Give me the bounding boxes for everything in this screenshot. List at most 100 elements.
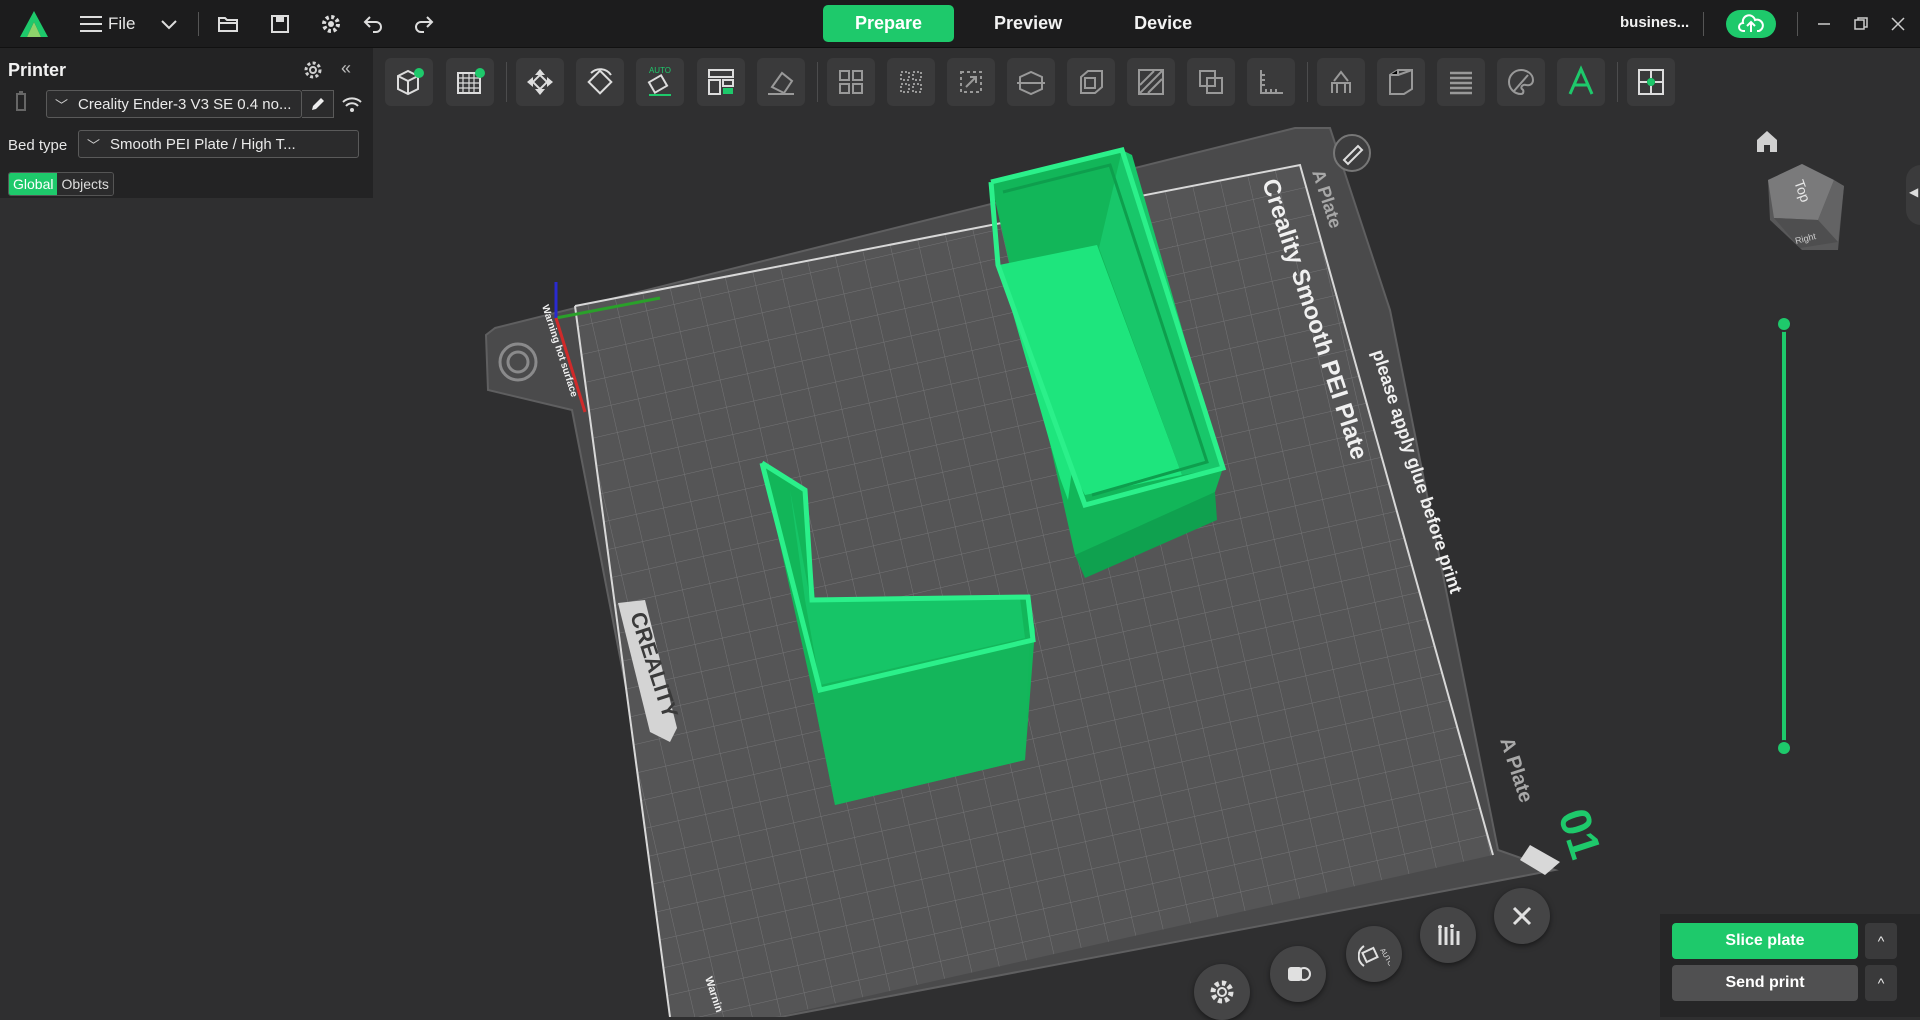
variable-layer-tool[interactable] [1437, 58, 1485, 106]
scope-objects[interactable]: Objects [57, 173, 113, 195]
add-grid-icon [457, 68, 485, 94]
support-paint-icon [1331, 70, 1351, 93]
hamburger-icon [80, 16, 102, 32]
open-folder-icon[interactable] [214, 10, 242, 38]
file-menu-label: File [108, 14, 136, 33]
seam-paint-icon [1138, 69, 1164, 95]
scale-tool[interactable] [947, 58, 995, 106]
auto-orient-tool[interactable]: AUTO [636, 58, 684, 106]
tab-prepare[interactable]: Prepare [823, 5, 955, 42]
home-icon[interactable] [1753, 128, 1781, 154]
panel-title: Printer [8, 60, 67, 80]
seam-paint-tool[interactable] [1127, 58, 1175, 106]
collapse-panel-icon[interactable]: « [341, 58, 351, 79]
rotate-icon [587, 68, 613, 95]
wifi-icon[interactable] [340, 93, 364, 117]
view-cube[interactable]: Top Right [1762, 160, 1850, 256]
svg-text:AUTO: AUTO [649, 66, 671, 75]
scope-global[interactable]: Global [9, 173, 58, 195]
slice-options-caret[interactable]: ^ [1865, 923, 1897, 959]
bed-type-value: Smooth PEI Plate / High T... [110, 135, 296, 153]
lay-on-face-tool[interactable] [757, 58, 805, 106]
move-tool[interactable] [516, 58, 564, 106]
printer-connection-icon [10, 90, 32, 112]
slider-top-handle[interactable] [1778, 318, 1790, 330]
slider-track [1782, 324, 1786, 748]
save-icon[interactable] [266, 10, 294, 38]
arrange-button[interactable] [1420, 907, 1476, 963]
top-bar: File Prepare Preview Device busines... [0, 0, 1920, 48]
printer-panel: Printer « ﹀ Creality Ender-3 V3 SE 0.4 n… [0, 48, 373, 198]
account-name[interactable]: busines... [1620, 14, 1689, 31]
support-paint-tool[interactable] [1317, 58, 1365, 106]
printer-select[interactable]: ﹀ Creality Ender-3 V3 SE 0.4 no... [46, 90, 302, 118]
auto-orient-button[interactable]: AUTO [1346, 926, 1402, 982]
plate-edit-icon[interactable] [1333, 134, 1371, 172]
text-emboss-tool[interactable] [1377, 58, 1425, 106]
edit-printer-button[interactable] [302, 90, 334, 118]
hollow-icon [1080, 70, 1103, 94]
settings-scope-toggle: Global Objects [8, 172, 114, 196]
cloud-upload-button[interactable] [1726, 10, 1776, 38]
add-cube-icon [397, 68, 424, 96]
measure-tool[interactable] [1247, 58, 1295, 106]
chevron-down-icon: ﹀ [55, 97, 69, 113]
layer-range-slider[interactable] [1778, 318, 1790, 758]
file-menu-button[interactable]: File [80, 10, 135, 38]
tab-device[interactable]: Device [1102, 5, 1224, 42]
auto-orient-icon: AUTO [1358, 945, 1390, 969]
split-objects-tool[interactable] [827, 58, 875, 106]
orient-button[interactable] [1270, 946, 1326, 1002]
printer-select-value: Creality Ender-3 V3 SE 0.4 no... [78, 95, 292, 113]
color-paint-tool[interactable] [1497, 58, 1545, 106]
svg-text:AUTO: AUTO [1378, 948, 1390, 969]
settings-gear-icon[interactable] [317, 10, 345, 38]
redo-icon[interactable] [410, 10, 438, 38]
chevron-down-icon[interactable] [155, 10, 183, 38]
add-plate-tool[interactable] [446, 58, 494, 106]
hollow-tool[interactable] [1067, 58, 1115, 106]
boolean-tool[interactable] [1187, 58, 1235, 106]
printer-status [10, 90, 32, 112]
arrange-tool[interactable] [697, 58, 745, 106]
slice-plate-button[interactable]: Slice plate [1672, 923, 1858, 959]
rotate-tool[interactable] [576, 58, 624, 106]
lay-on-face-icon [768, 71, 794, 95]
assembly-icon [1638, 69, 1664, 95]
cloud-upload-icon [1738, 14, 1764, 32]
chevron-left-icon: ◀ [1909, 185, 1919, 199]
send-options-caret[interactable]: ^ [1865, 965, 1897, 1001]
palette-icon [1508, 68, 1535, 96]
pencil-icon [311, 98, 324, 110]
close-icon[interactable] [1884, 10, 1912, 38]
layers-icon [1450, 71, 1472, 95]
slider-bottom-handle[interactable] [1778, 742, 1790, 754]
tab-preview[interactable]: Preview [962, 5, 1094, 42]
text-a-icon [1568, 65, 1594, 95]
bed-type-label: Bed type [8, 137, 68, 154]
auto-orient-icon: AUTO [647, 66, 671, 96]
scale-icon [960, 71, 982, 93]
slice-actions: Slice plate ^ Send print ^ [1660, 914, 1920, 1017]
close-tools-button[interactable] [1494, 888, 1550, 944]
plate-side-label-bottom: A Plate [1495, 735, 1537, 806]
send-print-button[interactable]: Send print [1672, 965, 1858, 1001]
gear-icon [1210, 980, 1234, 1004]
plate-number-label: 01 [1548, 803, 1610, 865]
minimize-icon[interactable] [1810, 10, 1838, 38]
split-parts-tool[interactable] [887, 58, 935, 106]
chevron-down-icon: ﹀ [87, 137, 101, 153]
measure-icon [1260, 70, 1283, 94]
bed-type-select[interactable]: ﹀ Smooth PEI Plate / High T... [78, 130, 359, 158]
printer-settings-icon[interactable] [302, 59, 324, 81]
undo-icon[interactable] [359, 10, 387, 38]
arrange-icon [1438, 924, 1460, 945]
assembly-tool[interactable] [1627, 58, 1675, 106]
text-tool[interactable] [1557, 58, 1605, 106]
cut-tool[interactable] [1007, 58, 1055, 106]
add-object-tool[interactable] [385, 58, 433, 106]
side-panel-toggle[interactable]: ◀ [1906, 165, 1920, 225]
restore-icon[interactable] [1847, 10, 1875, 38]
boolean-icon [1199, 70, 1223, 94]
viewport-settings-button[interactable] [1194, 964, 1250, 1020]
